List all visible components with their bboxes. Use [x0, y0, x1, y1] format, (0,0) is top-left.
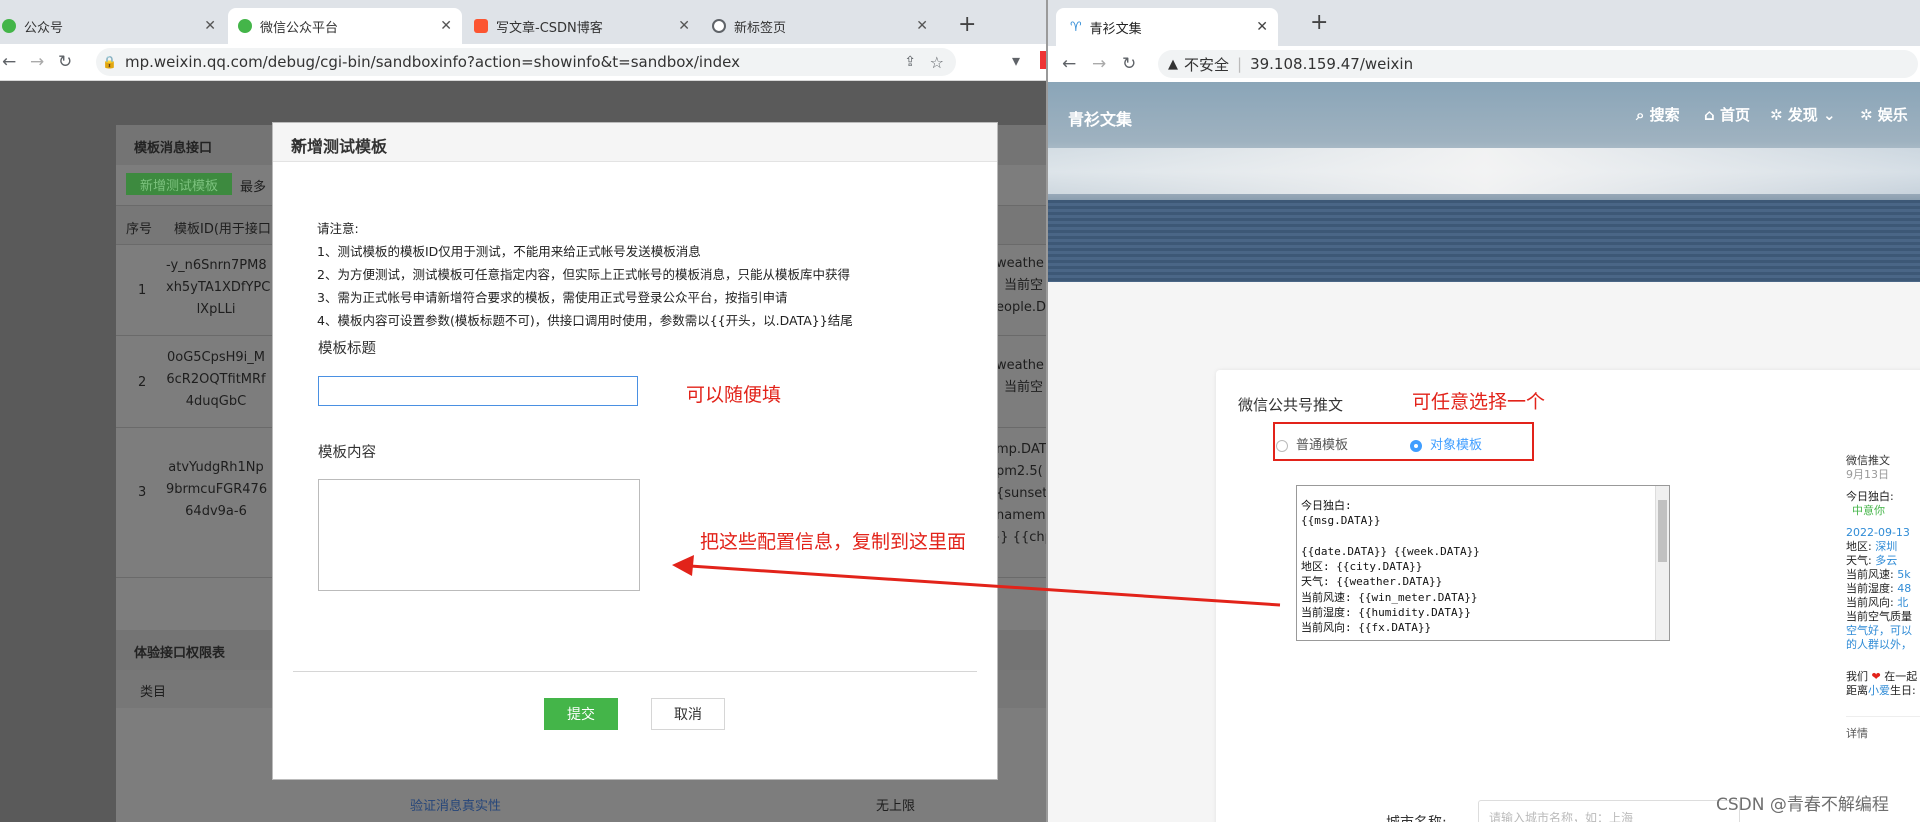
annotation-arrow — [672, 555, 1281, 607]
csdn-watermark: CSDN @青春不解编程 — [1716, 795, 1889, 815]
arrow-head-icon — [672, 555, 694, 576]
arrow-line — [689, 564, 1281, 607]
